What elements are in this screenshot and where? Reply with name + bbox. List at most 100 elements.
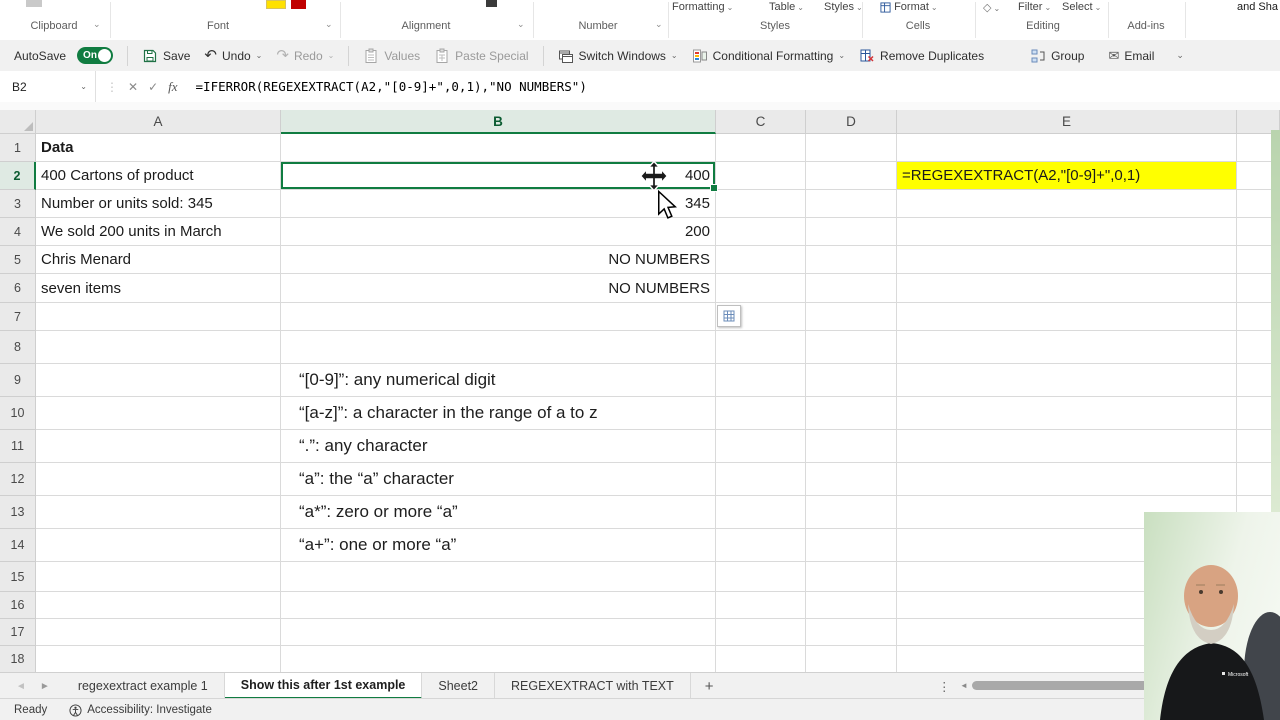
cell-B17[interactable]: [281, 619, 716, 646]
row-header-4[interactable]: 4: [0, 218, 36, 246]
cell-A18[interactable]: [36, 646, 281, 672]
row-header-16[interactable]: 16: [0, 592, 36, 619]
dialog-launcher-icon[interactable]: ⌄: [325, 19, 333, 30]
merge-icon[interactable]: [486, 0, 497, 7]
cell-C2[interactable]: [716, 162, 806, 190]
cell-B15[interactable]: [281, 562, 716, 592]
cell-B14[interactable]: “a+”: one or more “a”: [281, 529, 716, 562]
filter-button[interactable]: Filter ⌄: [1018, 1, 1051, 13]
row-header-10[interactable]: 10: [0, 397, 36, 430]
tabs-scroll-left-icon[interactable]: ◄: [16, 681, 26, 692]
sheet-tab-sheet2[interactable]: Sheet2: [422, 673, 496, 699]
tab-options-icon[interactable]: ⋮: [938, 673, 951, 699]
cell-C3[interactable]: [716, 190, 806, 218]
cell-D4[interactable]: [806, 218, 897, 246]
cell-D6[interactable]: [806, 274, 897, 303]
toolbar-overflow-chevron-icon[interactable]: ⌄: [1176, 50, 1184, 61]
redo-button[interactable]: ↷ Redo ⌄: [276, 48, 334, 63]
name-box[interactable]: B2 ⌄: [0, 71, 96, 102]
sheet-tab-regexextract-example-1[interactable]: regexextract example 1: [62, 673, 225, 699]
cell-D1[interactable]: [806, 134, 897, 162]
cell-B7[interactable]: [281, 303, 716, 331]
cell-D12[interactable]: [806, 463, 897, 496]
cell-E7[interactable]: [897, 303, 1237, 331]
find-select-button[interactable]: Select ⌄: [1062, 1, 1101, 13]
sheet-tab-regexextract-with-text[interactable]: REGEXEXTRACT with TEXT: [495, 673, 691, 699]
cell-A6[interactable]: seven items: [36, 274, 281, 303]
cell-C9[interactable]: [716, 364, 806, 397]
cell-E10[interactable]: [897, 397, 1237, 430]
cell-B9[interactable]: “[0-9]”: any numerical digit: [281, 364, 716, 397]
cell-A2[interactable]: 400 Cartons of product: [36, 162, 281, 190]
cell-C18[interactable]: [716, 646, 806, 672]
conditional-formatting-qat-button[interactable]: Conditional Formatting ⌄: [692, 48, 845, 64]
cell-A9[interactable]: [36, 364, 281, 397]
formula-input[interactable]: =IFERROR(REGEXEXTRACT(A2,"[0-9]+",0,1),"…: [196, 79, 587, 94]
cell-D18[interactable]: [806, 646, 897, 672]
cell-C1[interactable]: [716, 134, 806, 162]
cell-D5[interactable]: [806, 246, 897, 274]
cell-B6[interactable]: NO NUMBERS: [281, 274, 716, 303]
autosave-toggle[interactable]: AutoSave On: [14, 47, 114, 64]
cell-C6[interactable]: [716, 274, 806, 303]
new-sheet-button[interactable]: +: [691, 673, 728, 699]
cell-B16[interactable]: [281, 592, 716, 619]
row-header-8[interactable]: 8: [0, 331, 36, 364]
cell-C13[interactable]: [716, 496, 806, 529]
paste-values-button[interactable]: Values: [363, 48, 420, 64]
row-header-5[interactable]: 5: [0, 246, 36, 274]
cell-B8[interactable]: [281, 331, 716, 364]
row-header-13[interactable]: 13: [0, 496, 36, 529]
cell-E8[interactable]: [897, 331, 1237, 364]
cell-A10[interactable]: [36, 397, 281, 430]
font-color-icon[interactable]: [291, 0, 306, 9]
row-header-6[interactable]: 6: [0, 274, 36, 303]
cell-C5[interactable]: [716, 246, 806, 274]
cell-A5[interactable]: Chris Menard: [36, 246, 281, 274]
undo-button[interactable]: ↶ Undo ⌄: [204, 48, 262, 63]
cell-C16[interactable]: [716, 592, 806, 619]
cell-D11[interactable]: [806, 430, 897, 463]
row-header-12[interactable]: 12: [0, 463, 36, 496]
cell-D16[interactable]: [806, 592, 897, 619]
cell-A13[interactable]: [36, 496, 281, 529]
paste-options-button[interactable]: [717, 305, 741, 327]
cell-A1[interactable]: Data: [36, 134, 281, 162]
row-header-9[interactable]: 9: [0, 364, 36, 397]
col-header-A[interactable]: A: [36, 110, 281, 134]
fill-color-icon[interactable]: [266, 0, 286, 9]
cell-A15[interactable]: [36, 562, 281, 592]
cell-E3[interactable]: [897, 190, 1237, 218]
row-header-2[interactable]: 2: [0, 162, 36, 190]
row-header-11[interactable]: 11: [0, 430, 36, 463]
col-header-B[interactable]: B: [281, 110, 716, 134]
cell-C8[interactable]: [716, 331, 806, 364]
select-all-corner[interactable]: [0, 110, 36, 134]
cell-D8[interactable]: [806, 331, 897, 364]
cell-C4[interactable]: [716, 218, 806, 246]
cell-D17[interactable]: [806, 619, 897, 646]
cell-D13[interactable]: [806, 496, 897, 529]
cell-B10[interactable]: “[a-z]”: a character in the range of a t…: [281, 397, 716, 430]
row-header-3[interactable]: 3: [0, 190, 36, 218]
format-button[interactable]: Format ⌄: [880, 1, 938, 13]
hscroll-left-icon[interactable]: ◄: [960, 681, 968, 690]
cell-A4[interactable]: We sold 200 units in March: [36, 218, 281, 246]
group-button[interactable]: Group: [1030, 48, 1084, 64]
dialog-launcher-icon[interactable]: ⌄: [655, 19, 663, 30]
cell-C10[interactable]: [716, 397, 806, 430]
insert-function-icon[interactable]: fx: [168, 79, 177, 95]
cell-A14[interactable]: [36, 529, 281, 562]
accessibility-status[interactable]: Accessibility: Investigate: [69, 703, 212, 717]
cell-E4[interactable]: [897, 218, 1237, 246]
cell-D14[interactable]: [806, 529, 897, 562]
col-header-E[interactable]: E: [897, 110, 1237, 134]
cell-C14[interactable]: [716, 529, 806, 562]
cell-D7[interactable]: [806, 303, 897, 331]
cell-B12[interactable]: “a”: the “a” character: [281, 463, 716, 496]
cell-D3[interactable]: [806, 190, 897, 218]
cell-D9[interactable]: [806, 364, 897, 397]
cell-B13[interactable]: “a*”: zero or more “a”: [281, 496, 716, 529]
conditional-formatting-button[interactable]: Formatting ⌄: [672, 1, 733, 13]
cell-A3[interactable]: Number or units sold: 345: [36, 190, 281, 218]
